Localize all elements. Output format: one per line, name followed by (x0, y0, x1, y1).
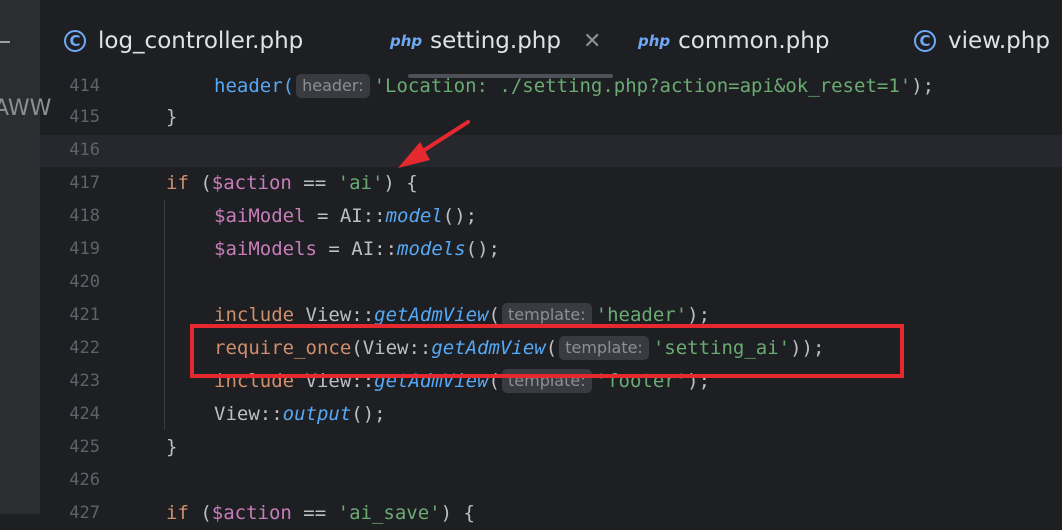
left-tool-strip: AWW (0, 0, 51, 514)
line-number: 422 (69, 338, 100, 358)
code-line-418: $aiModel = AI::model(); (214, 200, 477, 233)
code-line-415: } (166, 101, 177, 134)
close-icon[interactable]: ✕ (583, 29, 601, 54)
line-number: 425 (69, 437, 100, 457)
code-punct: ); (911, 75, 935, 97)
code-variable: $aiModels (214, 238, 317, 260)
php-file-icon: php (638, 32, 671, 50)
line-number: 426 (69, 470, 100, 490)
code-text: = AI:: (316, 238, 398, 260)
code-function: output (282, 403, 352, 425)
code-function: models (397, 238, 466, 260)
code-punct: (); (442, 205, 478, 227)
code-punct: (); (465, 238, 500, 260)
class-icon: C (914, 30, 936, 52)
code-function: model (385, 205, 443, 227)
code-text: = AI:: (305, 205, 386, 227)
line-number: 423 (69, 371, 100, 391)
code-keyword: include (214, 304, 295, 326)
code-text: View:: (214, 403, 283, 425)
line-number: 417 (69, 173, 100, 193)
line-number: 420 (69, 272, 100, 292)
collapse-icon[interactable] (0, 41, 10, 43)
code-operator: == (291, 502, 338, 524)
code-variable: $action (211, 502, 292, 524)
code-variable: $aiModel (214, 205, 306, 227)
code-line-425: } (166, 431, 177, 464)
code-line-417: if ($action == 'ai') { (166, 167, 418, 200)
code-editor[interactable]: header(header: 'Location: ./setting.php?a… (130, 74, 1062, 524)
line-number-gutter: 414 415 416 417 418 419 420 421 422 423 … (40, 76, 130, 523)
line-number: 421 (69, 305, 100, 325)
line-number: 415 (69, 107, 100, 127)
code-punct: ) { (440, 502, 475, 524)
line-number: 424 (69, 404, 100, 424)
php-file-icon: php (390, 32, 423, 50)
tab-label: setting.php (430, 28, 561, 54)
highlight-box-annotation (190, 324, 904, 378)
tab-view[interactable]: C view.php (914, 0, 1050, 82)
code-punct: ( (188, 172, 212, 194)
code-keyword: if (166, 502, 189, 524)
parameter-hint: header: (296, 74, 370, 98)
tab-label: view.php (948, 28, 1050, 54)
code-text: } (166, 436, 178, 458)
code-punct: ( (488, 304, 500, 326)
tab-label: common.php (678, 28, 830, 54)
code-operator: == (291, 172, 338, 194)
class-icon: C (64, 30, 86, 52)
code-string: 'ai' (337, 172, 384, 194)
code-punct: (); (351, 403, 386, 425)
code-function: getAdmView (374, 304, 489, 326)
line-number: 419 (69, 239, 100, 259)
code-string: 'header' (595, 304, 688, 326)
line-number: 416 (69, 140, 100, 160)
code-function: header( (214, 75, 295, 97)
code-text: } (166, 106, 178, 128)
tab-label: log_controller.php (98, 28, 304, 54)
code-line-414: header(header: 'Location: ./setting.php?a… (214, 70, 934, 103)
code-punct: ); (687, 304, 711, 326)
code-keyword: if (166, 172, 189, 194)
code-variable: $action (211, 172, 292, 194)
code-line-424: View::output(); (214, 398, 386, 431)
line-number: 418 (69, 206, 100, 226)
code-punct: ) { (383, 172, 418, 194)
code-string: 'ai_save' (337, 502, 441, 524)
line-number: 414 (69, 76, 100, 96)
code-line-419: $aiModels = AI::models(); (214, 233, 500, 266)
code-text: View:: (294, 304, 375, 326)
code-punct: ( (188, 502, 212, 524)
code-string: 'Location: ./setting.php?action=api&ok_r… (373, 75, 912, 97)
